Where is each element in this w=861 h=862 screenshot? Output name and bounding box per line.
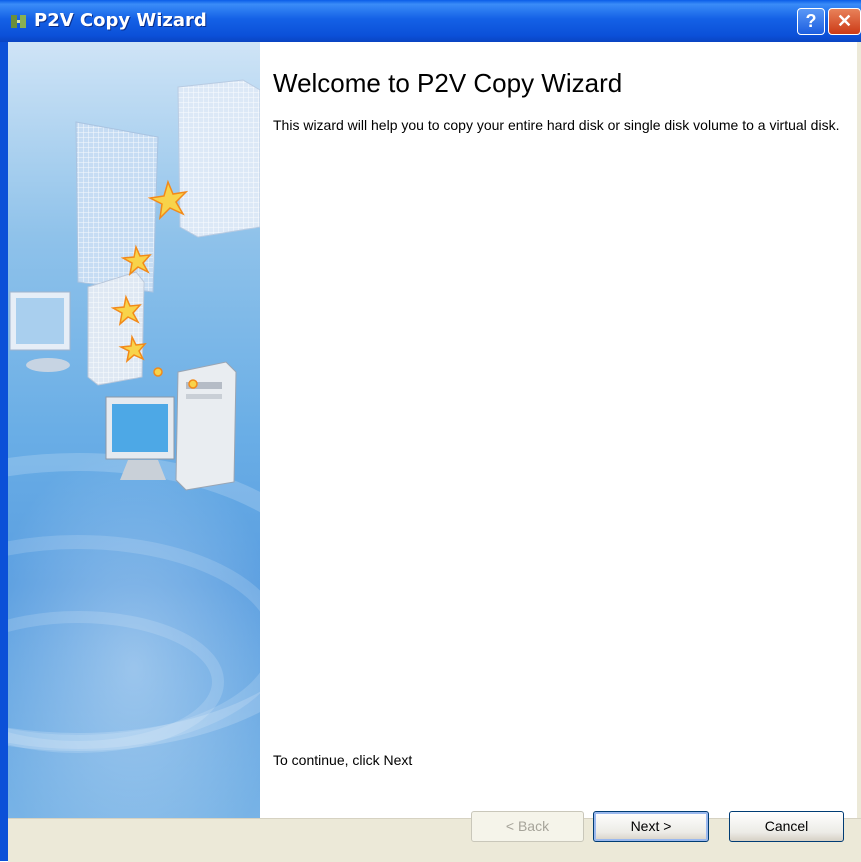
back-button[interactable]: < Back bbox=[471, 811, 584, 842]
wizard-content: Welcome to P2V Copy Wizard This wizard w… bbox=[260, 42, 861, 818]
page-title: Welcome to P2V Copy Wizard bbox=[273, 68, 623, 98]
help-icon: ? bbox=[805, 11, 817, 31]
close-button[interactable]: ✕ bbox=[828, 8, 861, 35]
close-icon: ✕ bbox=[836, 11, 853, 31]
continue-instruction: To continue, click Next bbox=[273, 752, 413, 768]
help-button[interactable]: ? bbox=[797, 8, 825, 35]
cancel-button[interactable]: Cancel bbox=[729, 811, 844, 842]
next-button[interactable]: Next > bbox=[593, 811, 709, 842]
wizard-description: This wizard will help you to copy your e… bbox=[273, 117, 840, 133]
wizard-illustration bbox=[8, 42, 260, 818]
app-icon bbox=[11, 15, 26, 28]
window-title: P2V Copy Wizard bbox=[34, 10, 207, 31]
computers-illustration-icon bbox=[8, 79, 260, 818]
wizard-window: P2V Copy Wizard ? ✕ Welcome to P2V Copy … bbox=[0, 0, 861, 862]
title-bar[interactable]: P2V Copy Wizard ? ✕ bbox=[0, 0, 861, 42]
window-border-left bbox=[0, 42, 8, 861]
window-border-right bbox=[857, 42, 861, 861]
